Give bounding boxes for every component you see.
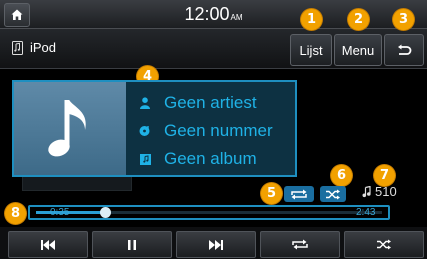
artist-row: Geen artiest <box>138 92 257 114</box>
shuffle-button[interactable] <box>344 231 424 258</box>
music-disc-icon <box>139 126 150 136</box>
callout-badge-7: 7 <box>374 165 395 186</box>
person-icon <box>140 97 150 109</box>
back-button[interactable] <box>384 34 424 66</box>
previous-button[interactable] <box>8 231 88 258</box>
title-label: Geen nummer <box>164 121 273 140</box>
album-icon <box>139 153 151 165</box>
callout-badge-5: 5 <box>261 183 282 204</box>
track-count: 510 <box>362 184 397 199</box>
source-label: iPod <box>30 40 57 55</box>
elapsed-time: 0:35 <box>50 207 70 218</box>
menu-button-label: Menu <box>341 42 375 58</box>
callout-badge-8: 8 <box>5 203 26 224</box>
total-time: 2:43 <box>356 207 376 218</box>
title-bar: iPod Lijst Menu <box>0 29 427 69</box>
clock-time: 12:00 <box>184 4 230 24</box>
ipod-icon <box>12 41 23 55</box>
playback-controls <box>0 227 427 259</box>
clock-ampm: AM <box>230 13 243 22</box>
title-row: Geen nummer <box>138 120 273 142</box>
track-count-label: 510 <box>375 184 397 199</box>
repeat-button[interactable] <box>260 231 340 258</box>
repeat-icon <box>291 189 307 199</box>
next-button[interactable] <box>176 231 256 258</box>
shuffle-icon <box>326 189 340 199</box>
progress-track <box>36 207 382 218</box>
list-button-label: Lijst <box>299 42 323 58</box>
music-note-icon <box>362 185 371 197</box>
next-track-icon <box>209 239 223 250</box>
menu-button[interactable]: Menu <box>334 34 382 66</box>
callout-badge-1: 1 <box>301 9 322 30</box>
back-arrow-icon <box>398 44 412 55</box>
callout-badge-3: 3 <box>393 9 414 30</box>
album-label: Geen album <box>164 149 257 168</box>
pause-icon <box>128 239 136 250</box>
progress-bar[interactable] <box>28 205 390 220</box>
album-art <box>12 80 126 177</box>
list-button[interactable]: Lijst <box>290 34 332 66</box>
shuffle-mode-indicator <box>320 186 346 202</box>
progress-fill <box>36 211 106 214</box>
pause-button[interactable] <box>92 231 172 258</box>
artist-label: Geen artiest <box>164 93 257 112</box>
callout-badge-6: 6 <box>331 165 352 186</box>
previous-track-icon <box>41 239 55 250</box>
music-note-icon <box>48 99 86 156</box>
shuffle-icon <box>377 239 391 250</box>
repeat-icon <box>292 239 308 250</box>
callout-badge-2: 2 <box>348 9 369 30</box>
album-row: Geen album <box>138 148 257 170</box>
repeat-mode-indicator <box>284 186 314 202</box>
progress-handle[interactable] <box>100 207 112 218</box>
